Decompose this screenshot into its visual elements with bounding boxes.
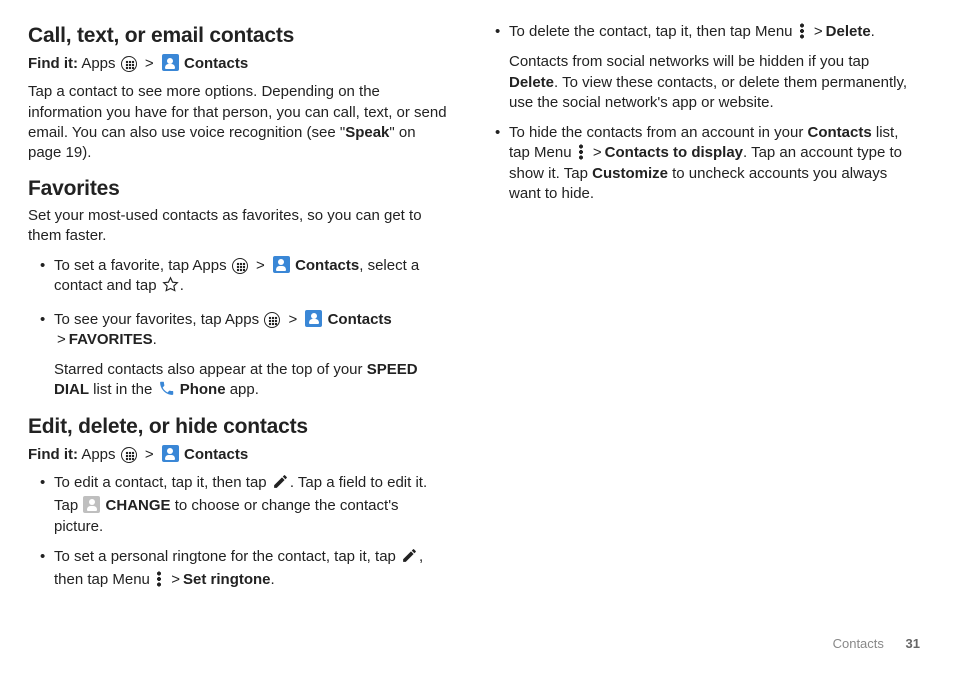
heading-call-text-email: Call, text, or email contacts bbox=[28, 22, 451, 50]
breadcrumb-separator: > bbox=[288, 311, 297, 328]
contacts-bold: Contacts bbox=[808, 124, 872, 141]
fav-b2-sub-c: app. bbox=[226, 381, 259, 398]
breadcrumb-separator: > bbox=[814, 23, 823, 40]
contacts-icon bbox=[273, 256, 290, 273]
breadcrumb-separator: > bbox=[171, 571, 180, 588]
list-item: To edit a contact, tap it, then tap . Ta… bbox=[42, 473, 451, 537]
fav-b2-sub-b: list in the bbox=[89, 381, 157, 398]
heading-favorites: Favorites bbox=[28, 175, 451, 203]
breadcrumb-separator: > bbox=[145, 55, 154, 72]
find-it-label: Find it: bbox=[28, 446, 78, 463]
contacts-icon bbox=[162, 445, 179, 462]
sec1-paragraph: Tap a contact to see more options. Depen… bbox=[28, 82, 451, 163]
customize-text: Customize bbox=[592, 165, 668, 182]
apps-icon bbox=[264, 312, 280, 328]
footer-page-number: 31 bbox=[906, 636, 920, 651]
manual-page: Call, text, or email contacts Find it: A… bbox=[0, 0, 954, 677]
del-b3-a: To delete the contact, tap it, then tap … bbox=[509, 23, 797, 40]
fav-b2-sub: Starred contacts also appear at the top … bbox=[54, 360, 451, 401]
placeholder-person-icon bbox=[83, 496, 100, 513]
menu-icon bbox=[799, 23, 805, 39]
apps-icon bbox=[121, 56, 137, 72]
find-it-label: Find it: bbox=[28, 55, 78, 72]
favorites-list: To set a favorite, tap Apps > Contacts, … bbox=[28, 256, 451, 401]
left-column: Call, text, or email contacts Find it: A… bbox=[28, 22, 477, 657]
find-it-2: Find it: Apps > Contacts bbox=[28, 443, 451, 467]
del-b3-sub-a: Contacts from social networks will be hi… bbox=[509, 53, 869, 70]
breadcrumb-separator: > bbox=[57, 331, 66, 348]
right-column: To delete the contact, tap it, then tap … bbox=[477, 22, 926, 657]
list-item: To set a favorite, tap Apps > Contacts, … bbox=[42, 256, 451, 300]
set-ringtone-text: Set ringtone bbox=[183, 571, 271, 588]
contacts-text: Contacts bbox=[184, 446, 248, 463]
fav-b2-a: To see your favorites, tap Apps bbox=[54, 311, 263, 328]
list-item: To delete the contact, tap it, then tap … bbox=[497, 22, 916, 113]
breadcrumb-separator: > bbox=[145, 446, 154, 463]
pencil-icon bbox=[401, 547, 418, 570]
hide-b4-a: To hide the contacts from an account in … bbox=[509, 124, 808, 141]
breadcrumb-separator: > bbox=[256, 257, 265, 274]
list-item: To see your favorites, tap Apps > Contac… bbox=[42, 310, 451, 401]
fav-b1-c: . bbox=[180, 277, 184, 294]
phone-icon bbox=[158, 380, 175, 397]
breadcrumb-separator: > bbox=[593, 144, 602, 161]
menu-icon bbox=[156, 571, 162, 587]
heading-edit-delete: Edit, delete, or hide contacts bbox=[28, 413, 451, 441]
phone-text: Phone bbox=[180, 381, 226, 398]
contacts-icon bbox=[305, 310, 322, 327]
edit-list-continued: To delete the contact, tap it, then tap … bbox=[483, 22, 916, 204]
apps-icon bbox=[121, 447, 137, 463]
del-b3-sub: Contacts from social networks will be hi… bbox=[509, 52, 916, 113]
find-it-1: Find it: Apps > Contacts bbox=[28, 52, 451, 76]
delete-text-2: Delete bbox=[509, 74, 554, 91]
contacts-text: Contacts bbox=[184, 55, 248, 72]
apps-text: Apps bbox=[81, 446, 115, 463]
speak-ref: Speak bbox=[345, 124, 389, 141]
edit-list: To edit a contact, tap it, then tap . Ta… bbox=[28, 473, 451, 590]
edit-b1-a: To edit a contact, tap it, then tap bbox=[54, 474, 271, 491]
fav-b1-a: To set a favorite, tap Apps bbox=[54, 257, 231, 274]
contacts-text: Contacts bbox=[295, 257, 359, 274]
contacts-icon bbox=[162, 54, 179, 71]
delete-text: Delete bbox=[826, 23, 871, 40]
period: . bbox=[153, 331, 157, 348]
change-text: CHANGE bbox=[106, 497, 171, 514]
del-b3-sub-b: . To view these contacts, or delete them… bbox=[509, 74, 907, 111]
sec2-intro: Set your most-used contacts as favorites… bbox=[28, 206, 451, 247]
favorites-tab: FAVORITES bbox=[69, 331, 153, 348]
list-item: To hide the contacts from an account in … bbox=[497, 123, 916, 204]
del-b3-c: . bbox=[871, 23, 875, 40]
contacts-text: Contacts bbox=[328, 311, 392, 328]
list-item: To set a personal ringtone for the conta… bbox=[42, 547, 451, 591]
page-footer: Contacts 31 bbox=[833, 636, 920, 651]
fav-b2-sub-a: Starred contacts also appear at the top … bbox=[54, 361, 367, 378]
menu-icon bbox=[578, 144, 584, 160]
apps-text: Apps bbox=[81, 55, 115, 72]
edit-b2-a: To set a personal ringtone for the conta… bbox=[54, 548, 400, 565]
apps-icon bbox=[232, 258, 248, 274]
edit-b2-c: . bbox=[271, 571, 275, 588]
pencil-icon bbox=[272, 473, 289, 496]
contacts-to-display-text: Contacts to display bbox=[605, 144, 743, 161]
star-icon bbox=[162, 276, 179, 299]
footer-section: Contacts bbox=[833, 636, 884, 651]
